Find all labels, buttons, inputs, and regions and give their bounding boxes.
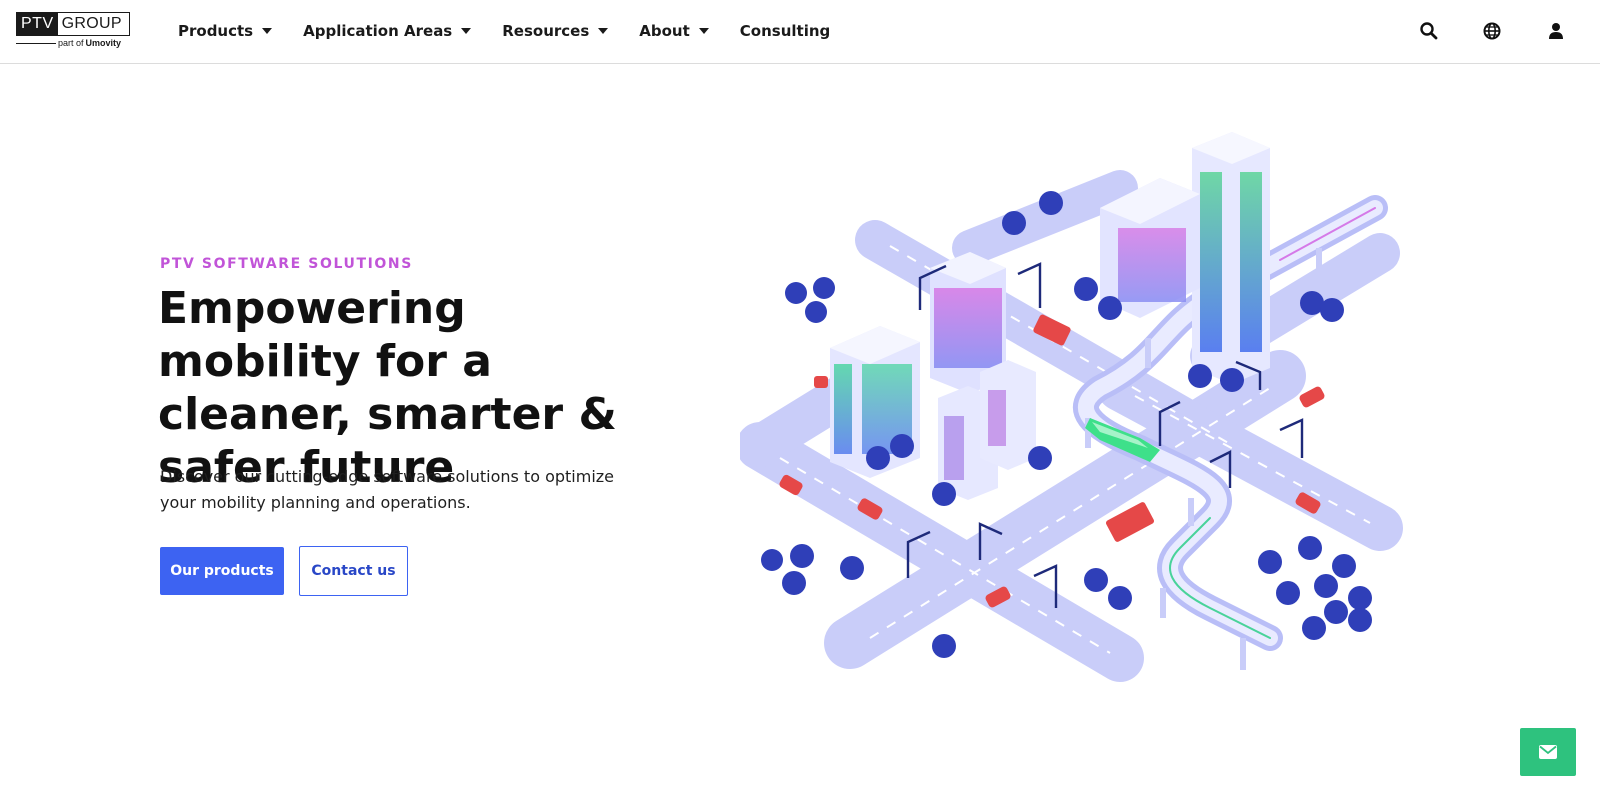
search-icon[interactable] xyxy=(1419,21,1439,41)
logo-divider xyxy=(16,42,56,44)
caret-down-icon xyxy=(598,28,609,34)
hero-eyebrow: PTV SOFTWARE SOLUTIONS xyxy=(160,256,413,272)
nav-item-label: Products xyxy=(178,22,254,40)
nav-item-label: Application Areas xyxy=(303,22,453,40)
nav-item-products[interactable]: Products xyxy=(178,22,273,40)
contact-us-button[interactable]: Contact us xyxy=(299,546,408,596)
hero-subtext: Discover our cutting-edge software solut… xyxy=(160,467,615,512)
caret-down-icon xyxy=(461,28,472,34)
contact-envelope-button[interactable] xyxy=(1520,728,1576,776)
nav-item-about[interactable]: About xyxy=(639,22,709,40)
ptv-group-logo[interactable]: PTV GROUP part of Umovity xyxy=(16,12,130,52)
logo-tagline-brand: Umovity xyxy=(85,38,122,48)
logo-tagline: part of Umovity xyxy=(16,38,130,48)
user-icon[interactable] xyxy=(1546,21,1566,41)
globe-icon[interactable] xyxy=(1482,21,1502,41)
site-header: PTV GROUP part of Umovity Products Appli… xyxy=(0,0,1600,64)
nav-item-resources[interactable]: Resources xyxy=(502,22,609,40)
logo-group-text: GROUP xyxy=(61,15,122,32)
nav-item-consulting[interactable]: Consulting xyxy=(740,22,830,40)
nav-item-label: About xyxy=(639,22,690,40)
hero-headline: Empowering mobility for a cleaner, smart… xyxy=(158,283,617,493)
nav-item-application-areas[interactable]: Application Areas xyxy=(303,22,472,40)
main-nav: Products Application Areas Resources Abo… xyxy=(178,0,861,62)
our-products-button[interactable]: Our products xyxy=(160,547,284,595)
smart-city-illustration xyxy=(740,132,1403,682)
tall-tower xyxy=(1192,132,1270,384)
caret-down-icon xyxy=(698,28,709,34)
caret-down-icon xyxy=(262,28,273,34)
nav-item-label: Resources xyxy=(502,22,590,40)
logo-wordmark: PTV GROUP xyxy=(16,12,130,36)
logo-ptv-text: PTV xyxy=(17,13,58,35)
envelope-icon xyxy=(1539,745,1557,759)
nav-item-label: Consulting xyxy=(739,22,831,40)
logo-tagline-prefix: part of xyxy=(58,38,84,48)
